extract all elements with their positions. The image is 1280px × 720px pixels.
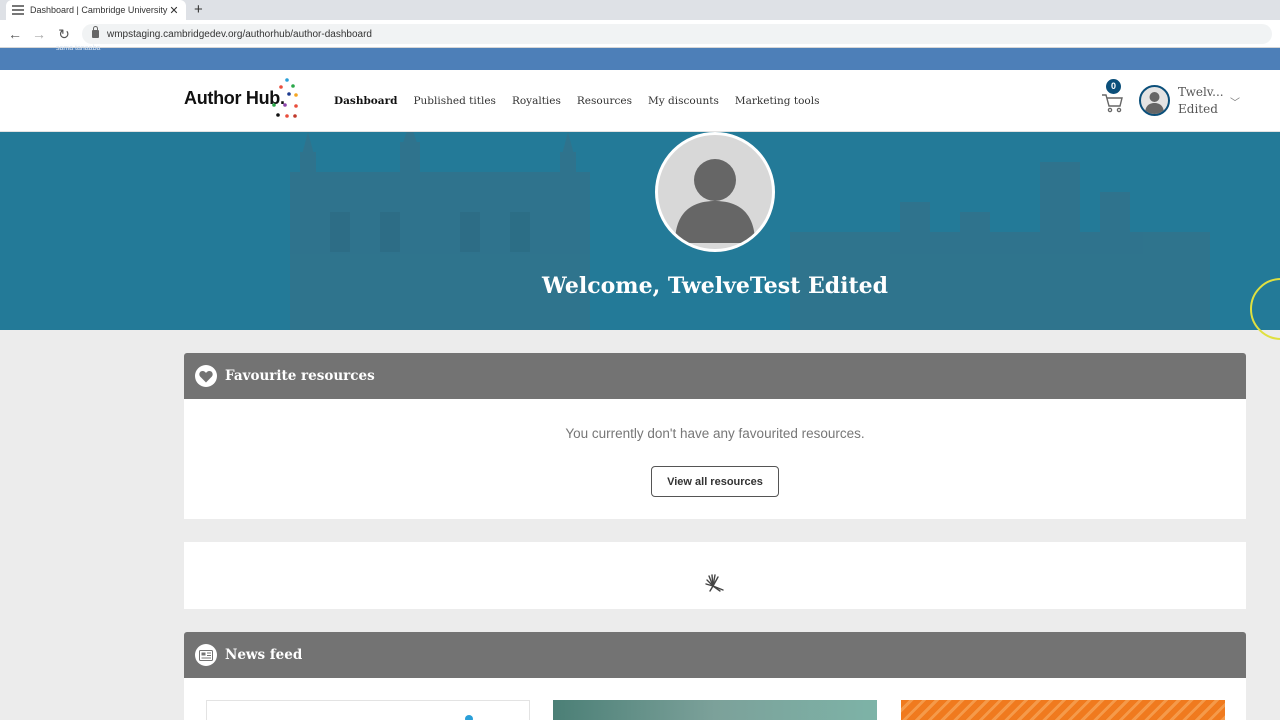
address-bar[interactable]: wmpstaging.cambridgedev.org/authorhub/au… [82,24,1272,44]
nav-resources[interactable]: Resources [577,95,632,107]
site-header: Author Hub. Dashboard Published titles R… [0,70,1280,132]
user-avatar[interactable] [1139,85,1170,116]
newspaper-icon [195,644,217,666]
user-silhouette-icon [1145,92,1164,114]
loading-spinner-icon [705,574,724,592]
news-item-1-dot [465,715,473,720]
favourite-resources-title: Favourite resources [225,368,375,384]
cart-button[interactable]: 0 [1100,79,1126,114]
logo-dots-icon [272,78,298,118]
new-tab-icon[interactable]: + [194,1,203,19]
welcome-heading: Welcome, TwelveTest Edited [541,273,889,299]
chevron-down-icon[interactable]: ﹀ [1230,94,1240,109]
strip-text: sama tanaaba [56,45,101,52]
favourite-resources-header: Favourite resources [184,353,1246,399]
site-favicon-icon [12,5,24,15]
tab-close-icon[interactable]: ✕ [168,4,180,17]
user-silhouette-icon [675,159,755,243]
nav-my-discounts[interactable]: My discounts [648,95,719,107]
browser-toolbar: ← → ↻ wmpstaging.cambridgedev.org/author… [0,20,1280,48]
empty-favourites-message: You currently don't have any favourited … [565,426,865,441]
reload-icon[interactable]: ↻ [55,24,73,44]
news-feed-header: News feed [184,632,1246,678]
url-text: wmpstaging.cambridgedev.org/authorhub/au… [107,28,372,40]
news-item-2[interactable] [553,700,877,720]
hero-building-image [290,132,1210,330]
nav-dashboard[interactable]: Dashboard [334,95,397,107]
news-item-3[interactable] [901,700,1225,720]
view-all-resources-button[interactable]: View all resources [651,466,779,497]
browser-tabstrip: Dashboard | Cambridge University ✕ + [0,0,1280,20]
user-name[interactable]: Twelv... Edited [1178,84,1224,118]
news-feed-body [184,678,1246,720]
author-hub-logo[interactable]: Author Hub. [184,78,298,118]
cart-count-badge: 0 [1106,79,1121,94]
nav-marketing-tools[interactable]: Marketing tools [735,95,820,107]
news-item-1[interactable] [206,700,530,720]
user-name-line2: Edited [1178,102,1218,116]
user-name-line1: Twelv... [1178,85,1224,99]
favourite-resources-body: You currently don't have any favourited … [184,399,1246,519]
browser-tab[interactable]: Dashboard | Cambridge University ✕ [6,0,186,20]
hero-banner [0,132,1280,330]
profile-avatar[interactable] [655,132,775,252]
tab-title: Dashboard | Cambridge University [30,5,168,15]
news-feed-title: News feed [225,647,303,663]
nav-published-titles[interactable]: Published titles [413,95,495,107]
back-arrow-icon[interactable]: ← [6,24,24,44]
loading-card [184,542,1246,609]
lock-icon [92,26,99,38]
forward-arrow-icon[interactable]: → [30,24,48,44]
heart-icon [195,365,217,387]
top-utility-strip: sama tanaaba [0,45,1280,70]
main-nav: Dashboard Published titles Royalties Res… [334,95,819,107]
nav-royalties[interactable]: Royalties [512,95,561,107]
